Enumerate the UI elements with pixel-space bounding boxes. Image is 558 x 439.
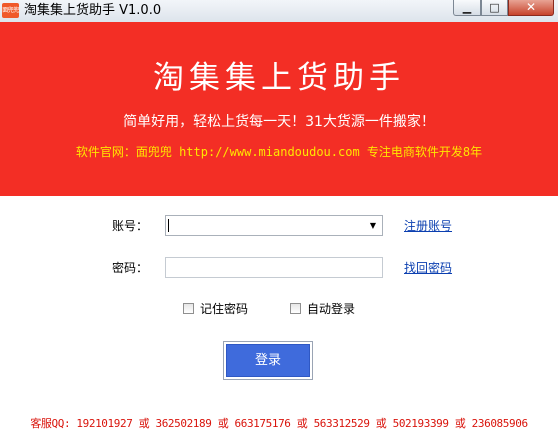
minimize-button[interactable]: ▁ [453, 0, 481, 16]
password-input[interactable] [165, 257, 383, 278]
login-button-label[interactable]: 登录 [226, 344, 310, 377]
window-title: 淘集集上货助手 V1.0.0 [24, 3, 162, 18]
recover-password-link[interactable]: 找回密码 [404, 260, 452, 276]
remember-password-label: 记住密码 [200, 302, 249, 316]
password-label: 密码： [112, 261, 149, 275]
close-button[interactable]: ✕ [508, 0, 554, 16]
checkbox-box[interactable] [183, 303, 194, 314]
banner-title: 淘集集上货助手 [153, 60, 405, 96]
dropdown-arrow-icon[interactable]: ▼ [366, 218, 380, 233]
banner-slogan: 简单好用，轻松上货每一天！31大货源一件搬家！ [123, 114, 435, 130]
auto-login-label: 自动登录 [307, 302, 356, 316]
maximize-icon: □ [489, 1, 500, 14]
minimize-icon: ▁ [462, 1, 472, 14]
account-label: 账号： [112, 219, 149, 233]
close-icon: ✕ [525, 0, 537, 14]
header-banner [0, 22, 558, 196]
login-button[interactable]: 登录 [223, 341, 313, 380]
register-account-link[interactable]: 注册账号 [404, 218, 452, 234]
account-combobox[interactable]: ▼ [165, 215, 383, 236]
account-input[interactable] [167, 217, 361, 234]
banner-website-line: 软件官网：面兜兜 http://www.miandoudou.com 专注电商软… [75, 145, 483, 159]
app-window: 面兜兜 淘集集上货助手 V1.0.0 ▁ □ ✕ 淘集集上货助手 简单好用，轻松… [0, 0, 558, 439]
checkbox-box[interactable] [290, 303, 301, 314]
maximize-button[interactable]: □ [481, 0, 508, 16]
support-qq-footer: 客服QQ: 192101927 或 362502189 或 663175176 … [30, 417, 528, 430]
text-caret [168, 219, 169, 232]
app-logo-icon: 面兜兜 [2, 3, 19, 18]
title-bar[interactable]: 面兜兜 淘集集上货助手 V1.0.0 ▁ □ ✕ [0, 0, 558, 23]
